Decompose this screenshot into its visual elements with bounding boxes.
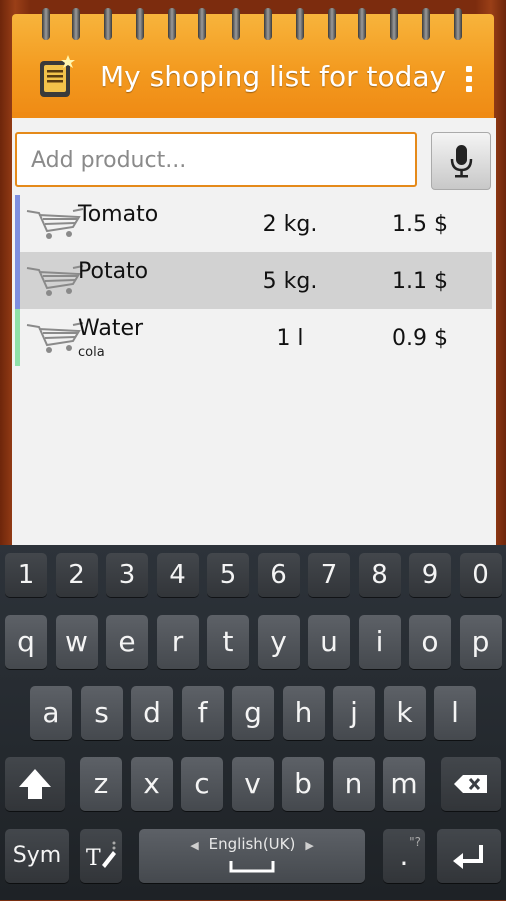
key-0[interactable]: 0 [459, 553, 502, 597]
key-7[interactable]: 7 [308, 553, 350, 597]
binding-ring [264, 8, 272, 40]
item-color-bar [15, 309, 20, 366]
overflow-menu-icon[interactable] [464, 66, 474, 100]
binding-ring [168, 8, 176, 40]
key-a[interactable]: a [30, 686, 72, 740]
key-w[interactable]: w [55, 615, 98, 669]
key-5[interactable]: 5 [207, 553, 249, 597]
key-f[interactable]: f [181, 686, 224, 740]
item-price: 1.1 $ [392, 269, 448, 294]
key-b[interactable]: b [282, 757, 324, 811]
key-n[interactable]: n [332, 757, 375, 811]
key-k[interactable]: k [383, 686, 426, 740]
binding-ring [358, 8, 366, 40]
key-z[interactable]: z [80, 757, 122, 811]
key-s[interactable]: s [80, 686, 123, 740]
key-g[interactable]: g [232, 686, 274, 740]
binding-ring [232, 8, 240, 40]
item-price: 0.9 $ [392, 326, 448, 351]
enter-key[interactable] [437, 829, 501, 883]
key-r[interactable]: r [156, 615, 199, 669]
key-i[interactable]: i [358, 615, 401, 669]
period-key[interactable]: "? . [383, 829, 425, 883]
item-quantity: 2 kg. [262, 212, 318, 237]
key-8[interactable]: 8 [358, 553, 401, 597]
period-label: . [399, 839, 409, 872]
space-bar-icon [229, 861, 275, 873]
key-h[interactable]: h [282, 686, 325, 740]
binding-ring [42, 8, 50, 40]
handwriting-key[interactable]: T [80, 829, 122, 883]
list-item[interactable]: Tomato 2 kg. 1.5 $ [15, 195, 492, 252]
key-d[interactable]: d [131, 686, 173, 740]
list-item[interactable]: Water cola 1 l 0.9 $ [15, 309, 492, 366]
shopping-list: Tomato 2 kg. 1.5 $ Potato 5 kg. 1.1 $ Wa… [15, 195, 492, 366]
key-6[interactable]: 6 [257, 553, 300, 597]
language-label: English(UK) [208, 835, 296, 853]
item-quantity: 5 kg. [262, 269, 318, 294]
cart-icon [26, 208, 84, 239]
voice-input-button[interactable] [431, 132, 491, 190]
backspace-icon [454, 775, 487, 793]
item-name: Potato [78, 259, 149, 284]
key-q[interactable]: q [5, 615, 47, 669]
binding-ring [390, 8, 398, 40]
binding-ring [328, 8, 336, 40]
key-9[interactable]: 9 [409, 553, 451, 597]
app-notepad-icon[interactable] [38, 55, 76, 99]
list-item[interactable]: Potato 5 kg. 1.1 $ [15, 252, 492, 309]
key-e[interactable]: e [106, 615, 148, 669]
key-l[interactable]: l [434, 686, 476, 740]
item-price: 1.5 $ [392, 212, 448, 237]
key-p[interactable]: p [459, 615, 502, 669]
binding-ring [72, 8, 80, 40]
item-quantity: 1 l [276, 326, 304, 351]
sym-key[interactable]: Sym [5, 829, 69, 883]
item-name: Tomato [78, 202, 159, 227]
binding-ring [198, 8, 206, 40]
key-1[interactable]: 1 [5, 553, 47, 597]
key-3[interactable]: 3 [106, 553, 148, 597]
key-x[interactable]: x [130, 757, 173, 811]
cart-icon [26, 322, 84, 353]
text-pen-icon: T [86, 841, 116, 871]
period-key-hint: "? [409, 835, 421, 849]
key-u[interactable]: u [308, 615, 350, 669]
key-2[interactable]: 2 [55, 553, 98, 597]
space-key[interactable]: ◀ English(UK) ▶ [139, 829, 365, 883]
shift-arrow-icon [19, 769, 51, 799]
key-y[interactable]: y [257, 615, 300, 669]
backspace-key[interactable] [441, 757, 501, 811]
soft-keyboard: 1234567890 qwertyuiop asdfghjkl zxcvbnm … [0, 545, 506, 900]
binding-ring [454, 8, 462, 40]
shift-key[interactable] [5, 757, 65, 811]
item-note: cola [78, 345, 105, 360]
page-title: My shoping list for today [100, 60, 447, 93]
enter-icon [453, 845, 483, 869]
key-c[interactable]: c [181, 757, 223, 811]
key-t[interactable]: t [207, 615, 249, 669]
add-product-input[interactable] [29, 136, 413, 184]
cart-icon [26, 265, 84, 296]
item-color-bar [15, 252, 20, 309]
key-o[interactable]: o [409, 615, 451, 669]
key-4[interactable]: 4 [156, 553, 199, 597]
binding-ring [104, 8, 112, 40]
microphone-icon [450, 145, 473, 178]
binding-ring [422, 8, 430, 40]
key-v[interactable]: v [231, 757, 274, 811]
add-product-field [15, 132, 417, 187]
svg-text:T: T [86, 846, 101, 871]
key-j[interactable]: j [333, 686, 375, 740]
binding-ring [296, 8, 304, 40]
item-color-bar [15, 195, 20, 252]
binding-ring [136, 8, 144, 40]
item-name: Water [78, 316, 144, 341]
key-m[interactable]: m [383, 757, 425, 811]
